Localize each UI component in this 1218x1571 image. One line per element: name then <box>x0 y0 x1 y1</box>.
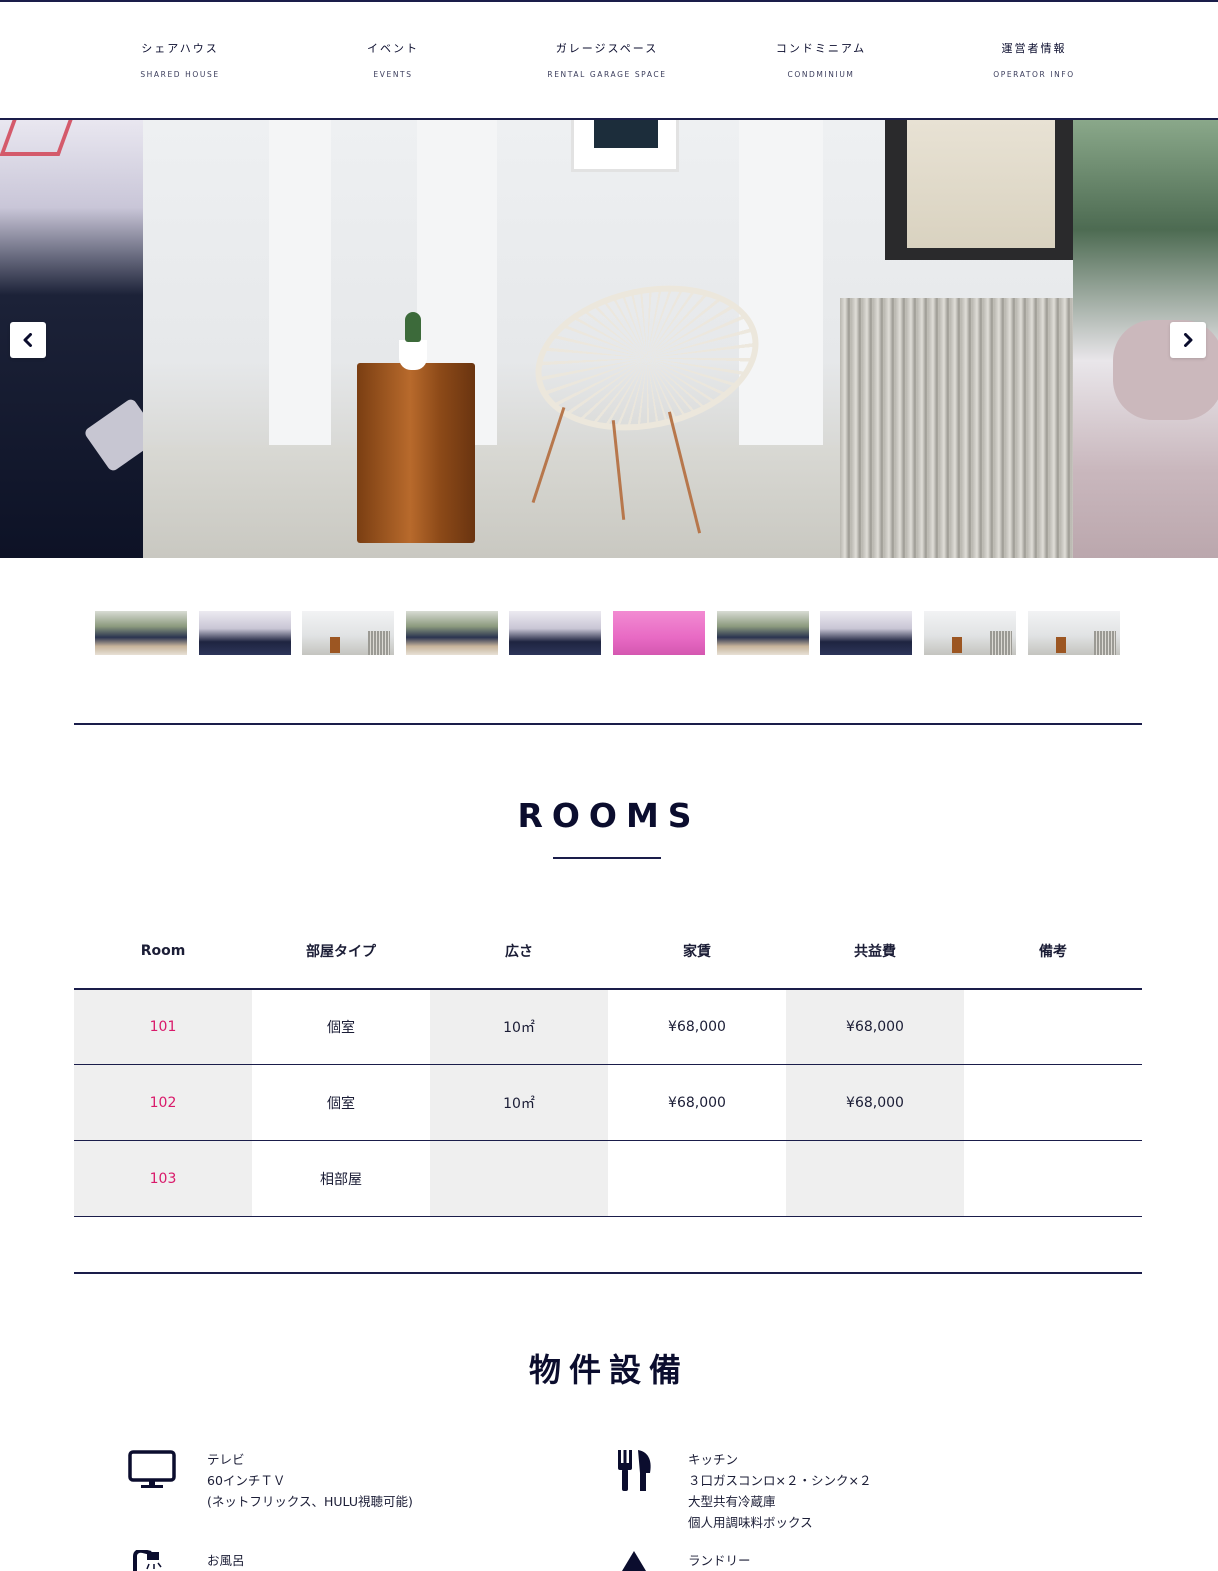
image-slider[interactable] <box>0 120 1218 558</box>
equipment-name: キッチン <box>688 1452 739 1467</box>
nav-label-jp: ガレージスペース <box>555 42 659 55</box>
radiator <box>840 298 1073 558</box>
thumbnail[interactable] <box>95 611 187 655</box>
thumbnail[interactable] <box>613 611 705 655</box>
room-common-fee: ¥68,000 <box>786 1065 964 1140</box>
nav-label-jp: イベント <box>367 42 419 55</box>
table-row: 102 個室 10㎡ ¥68,000 ¥68,000 <box>74 1065 1142 1140</box>
equipment-name: お風呂 <box>207 1553 245 1568</box>
equipment-detail: 60インチＴＶ <box>207 1473 286 1488</box>
table-header-row: Room 部屋タイプ 広さ 家賃 共益費 備考 <box>74 914 1142 988</box>
table-row: 103 相部屋 <box>74 1141 1142 1216</box>
row-divider <box>74 1216 1142 1217</box>
thumbnail-strip <box>95 611 1121 655</box>
section-divider <box>74 1272 1142 1274</box>
section-divider <box>74 723 1142 725</box>
wall-art <box>0 120 73 156</box>
room-type: 相部屋 <box>320 1171 362 1188</box>
thumbnail[interactable] <box>302 611 394 655</box>
equipment-detail: ３口ガスコンロ×２・シンク×２ <box>688 1473 872 1488</box>
thumbnail[interactable] <box>820 611 912 655</box>
thumbnail[interactable] <box>406 611 498 655</box>
room-rent: ¥68,000 <box>668 1094 726 1111</box>
equipment-name: ランドリー <box>688 1553 751 1568</box>
chevron-right-icon <box>1184 333 1193 347</box>
column-header: 部屋タイプ <box>306 944 376 960</box>
column-header: 備考 <box>1039 944 1067 960</box>
nav-item-condominium[interactable]: コンドミニアム CONDMINIUM <box>731 40 911 79</box>
tv-icon <box>128 1450 176 1488</box>
thumbnail[interactable] <box>924 611 1016 655</box>
slide-current-image <box>143 120 1073 558</box>
room-type: 個室 <box>327 1020 355 1036</box>
room-number[interactable]: 103 <box>74 1141 252 1216</box>
column-header: Room <box>140 943 186 959</box>
rooms-title: ROOMS <box>517 796 701 835</box>
table-row: 101 個室 10㎡ ¥68,000 ¥68,000 <box>74 990 1142 1064</box>
column-header: 共益費 <box>854 944 896 960</box>
equipment-detail: 大型共有冷蔵庫 <box>688 1494 776 1509</box>
nav-label-jp: 運営者情報 <box>1001 42 1067 55</box>
equipment-name: テレビ <box>207 1452 245 1467</box>
column-header: 家賃 <box>683 944 711 960</box>
room-size: 10㎡ <box>430 990 608 1064</box>
room-notes <box>964 990 1142 1064</box>
title-underline <box>553 857 661 859</box>
nav-item-garage-space[interactable]: ガレージスペース RENTAL GARAGE SPACE <box>517 40 697 79</box>
room-size: 10㎡ <box>430 1065 608 1140</box>
wall-frame <box>571 120 679 172</box>
cutlery-icon <box>618 1450 651 1491</box>
room-common-fee <box>786 1141 964 1216</box>
room-number[interactable]: 102 <box>74 1065 252 1140</box>
room-type: 個室 <box>327 1095 355 1112</box>
cactus <box>405 312 421 342</box>
thumbnail[interactable] <box>509 611 601 655</box>
room-rent: ¥68,000 <box>668 1019 726 1035</box>
nav-label-jp: シェアハウス <box>141 42 219 55</box>
room-common-fee: ¥68,000 <box>786 990 964 1064</box>
laundry-icon <box>622 1551 646 1571</box>
nav-label-en: RENTAL GARAGE SPACE <box>547 70 667 79</box>
thumbnail[interactable] <box>199 611 291 655</box>
nav-item-shared-house[interactable]: シェアハウス SHARED HOUSE <box>90 40 270 79</box>
slider-prev-button[interactable] <box>10 322 46 358</box>
equipment-detail: 個人用調味料ボックス <box>688 1515 813 1530</box>
room-rent <box>608 1141 786 1216</box>
column-header: 広さ <box>505 944 533 960</box>
shower-icon <box>133 1550 162 1571</box>
nav-label-en: CONDMINIUM <box>787 70 855 79</box>
wall-pillar <box>269 120 331 470</box>
equipment-detail: (ネットフリックス、HULU視聴可能) <box>207 1494 413 1509</box>
room-number[interactable]: 101 <box>74 990 252 1064</box>
slider-next-button[interactable] <box>1170 322 1206 358</box>
window <box>885 120 1073 260</box>
nav-label-en: SHARED HOUSE <box>140 70 220 79</box>
equipment-title: 物件設備 <box>528 1351 689 1389</box>
nav-label-jp: コンドミニアム <box>775 42 867 55</box>
wood-stool <box>357 363 475 543</box>
thumbnail[interactable] <box>1028 611 1120 655</box>
room-notes <box>964 1065 1142 1140</box>
nav-item-events[interactable]: イベント EVENTS <box>303 40 483 79</box>
nav-label-en: EVENTS <box>373 70 413 79</box>
room-size <box>430 1141 608 1216</box>
thumbnail[interactable] <box>717 611 809 655</box>
main-nav: シェアハウス SHARED HOUSE イベント EVENTS ガレージスペース… <box>0 2 1218 118</box>
chevron-left-icon <box>23 333 32 347</box>
plant-pot <box>399 340 427 370</box>
nav-label-en: OPERATOR INFO <box>993 70 1075 79</box>
room-notes <box>964 1141 1142 1216</box>
wall-pillar <box>739 120 823 445</box>
nav-item-operator-info[interactable]: 運営者情報 OPERATOR INFO <box>944 40 1124 79</box>
